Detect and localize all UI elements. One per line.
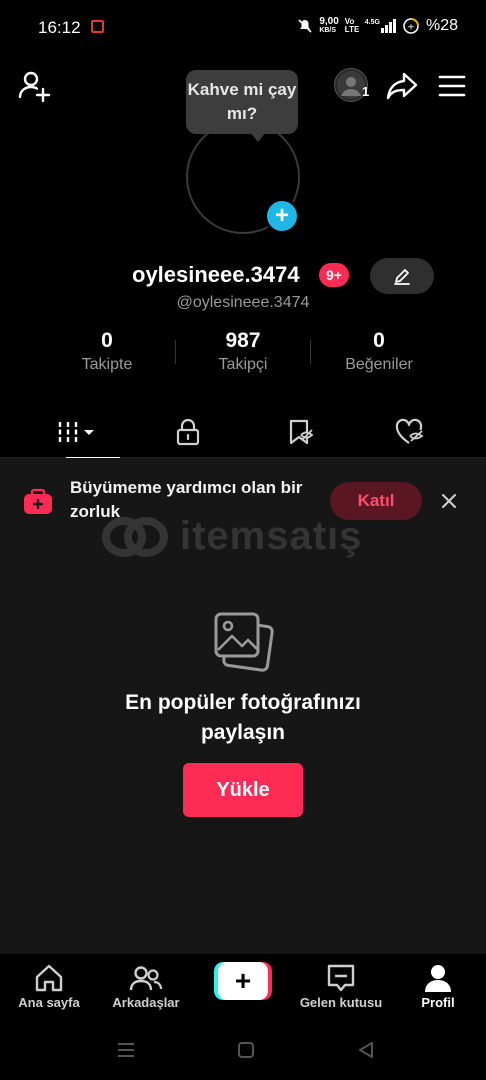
tab-private[interactable] — [127, 406, 248, 458]
signal-icon: 4.5G — [365, 19, 396, 33]
watermark-logo-icon — [102, 517, 168, 557]
nav-home[interactable]: Ana sayfa — [12, 962, 86, 1020]
signal-type: 4.5G — [364, 19, 380, 26]
tab-liked[interactable] — [350, 406, 471, 458]
nav-label: Arkadaşlar — [112, 995, 180, 1010]
nav-friends[interactable]: Arkadaşlar — [104, 962, 188, 1020]
back-button[interactable] — [354, 1038, 378, 1062]
create-button[interactable]: + — [214, 962, 272, 1000]
battery-saver-icon: + — [403, 18, 419, 34]
stat-value: 987 — [225, 329, 261, 352]
add-user-icon — [18, 71, 51, 103]
stat-value: 0 — [101, 329, 113, 352]
close-challenge-button[interactable] — [436, 488, 462, 514]
back-triangle-icon — [359, 1042, 373, 1058]
watermark: itemsatış — [102, 512, 392, 562]
stat-likes[interactable]: 0 Beğeniler — [309, 328, 449, 376]
empty-state-title-text: En popüler fotoğrafınızı paylaşın — [125, 691, 361, 744]
tab-saved[interactable] — [240, 406, 361, 458]
status-bubble-text: Kahve mi çay mı? — [187, 80, 297, 123]
home-icon — [35, 964, 63, 992]
system-nav-bar — [0, 1020, 486, 1080]
profile-header: + Kahve mi çay mı? oylesineee.3474 9+ @o… — [0, 70, 486, 459]
heart-hidden-icon — [395, 418, 424, 444]
share-icon — [386, 72, 418, 100]
profile-handle: @oylesineee.3474 — [176, 294, 310, 311]
menu-button[interactable] — [434, 68, 470, 104]
network-speed: 9,00 — [319, 16, 339, 27]
add-friend-button[interactable] — [16, 68, 52, 104]
network-speed-unit: KB/S — [319, 27, 337, 34]
stat-label: Beğeniler — [345, 356, 413, 373]
profile-content: Büyümeme yardımcı olan bir zorluk Katıl … — [0, 458, 486, 954]
volte-label: Vo LTE — [344, 17, 360, 34]
recents-icon — [118, 1043, 134, 1057]
status-bubble[interactable]: Kahve mi çay mı? — [186, 70, 298, 134]
pencil-icon — [394, 269, 410, 285]
nav-inbox[interactable]: Gelen kutusu — [296, 962, 386, 1020]
nav-label: Gelen kutusu — [299, 995, 383, 1010]
stat-value: 0 — [373, 329, 385, 352]
inbox-icon — [327, 964, 355, 992]
close-icon — [442, 494, 456, 508]
hamburger-menu-icon — [438, 75, 466, 97]
status-time: 16:12 — [38, 18, 81, 37]
friends-icon — [129, 966, 163, 991]
grid-icon — [58, 422, 94, 442]
empty-state-title: En popüler fotoğrafınızı paylaşın — [0, 688, 486, 748]
plus-icon: + — [274, 202, 289, 229]
nav-label: Ana sayfa — [18, 995, 80, 1010]
status-bar: 16:12 9,00 KB/S Vo LTE 4.5G + %28 — [0, 0, 486, 56]
stat-label: Takipte — [81, 356, 133, 373]
status-indicators: 9,00 KB/S Vo LTE 4.5G + %28 — [297, 17, 458, 35]
watermark-text: itemsatış — [180, 514, 363, 558]
recents-button[interactable] — [114, 1038, 138, 1062]
battery-level: %28 — [425, 17, 458, 34]
tab-videos[interactable] — [16, 406, 137, 459]
profile-icon — [425, 965, 451, 992]
lock-icon — [176, 418, 199, 446]
account-count-badge: 1 — [362, 84, 370, 99]
stat-following[interactable]: 0 Takipte — [37, 328, 177, 376]
notification-badge[interactable]: 9+ — [319, 263, 349, 287]
status-bubble-tail — [250, 132, 266, 142]
upload-button[interactable]: Yükle — [183, 763, 303, 817]
stat-label: Takipçi — [218, 356, 268, 373]
profile-stats: 0 Takipte 987 Takipçi 0 Beğeniler — [0, 328, 486, 378]
profile-username: oylesineee.3474 — [132, 262, 300, 287]
add-avatar-button[interactable]: + — [264, 198, 300, 234]
profile-tabs — [0, 406, 486, 459]
mute-icon — [298, 19, 312, 33]
username-row: oylesineee.3474 9+ — [0, 258, 486, 294]
edit-profile-button[interactable] — [370, 258, 434, 294]
svg-text:+: + — [407, 23, 415, 33]
home-square-icon — [238, 1042, 254, 1058]
bottom-nav: Ana sayfa Arkadaşlar + Gelen kutusu Prof… — [0, 954, 486, 1020]
nav-label: Profil — [421, 995, 455, 1010]
photos-icon — [214, 612, 274, 672]
challenge-icon — [24, 488, 52, 514]
home-system-button[interactable] — [234, 1038, 258, 1062]
create-plus-icon: + — [218, 962, 268, 1000]
stat-followers[interactable]: 987 Takipçi — [173, 328, 313, 376]
bookmark-hidden-icon — [289, 419, 313, 445]
share-profile-button[interactable] — [384, 68, 420, 104]
nav-profile[interactable]: Profil — [408, 962, 468, 1020]
notification-icon — [91, 20, 104, 33]
